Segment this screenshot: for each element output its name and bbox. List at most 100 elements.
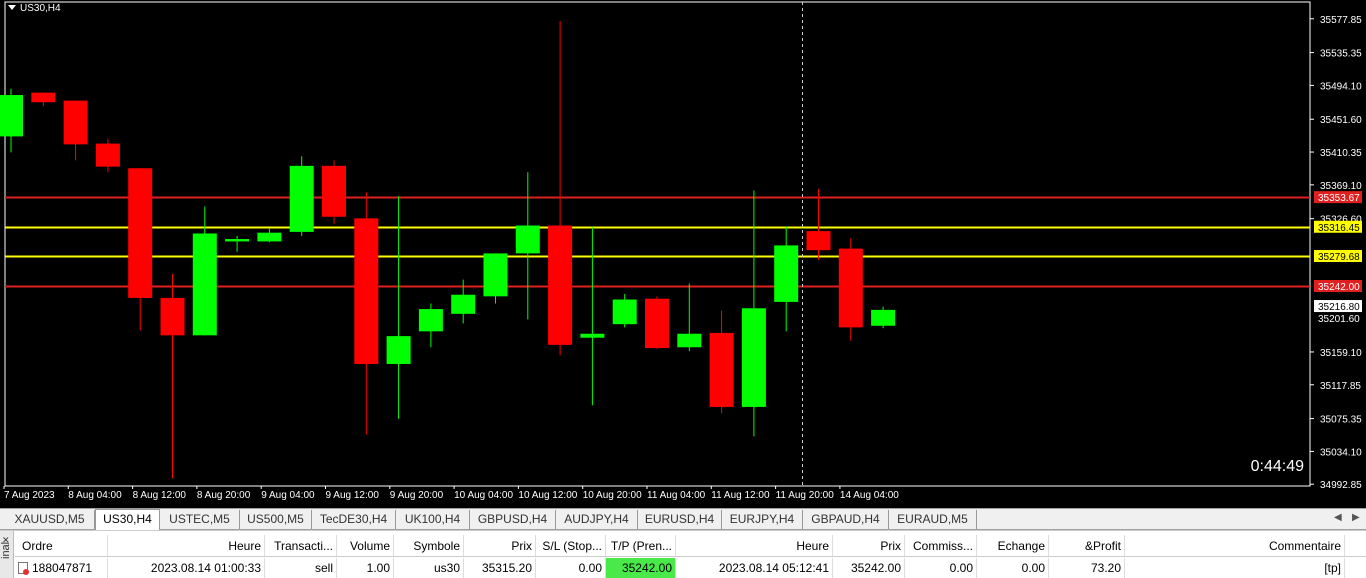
table-cell: 0.00 (977, 558, 1049, 578)
candle-body (612, 299, 637, 325)
price-label: 35279.68 (1318, 252, 1360, 263)
y-tick-label: 35451.60 (1320, 115, 1362, 126)
y-tick-label: 35410.35 (1320, 148, 1362, 159)
chart-tab[interactable]: EURJPY,H4 (722, 510, 803, 529)
candle-body (257, 232, 282, 242)
candle-body (451, 294, 476, 314)
column-header[interactable]: S/L (Stop... (536, 535, 606, 556)
price-label: 35353.67 (1318, 193, 1360, 204)
table-cell: 2023.08.14 05:12:41 (676, 558, 833, 578)
chart-tab[interactable]: UK100,H4 (396, 510, 470, 529)
candle-body (31, 92, 56, 103)
column-header[interactable]: T/P (Pren... (606, 535, 676, 556)
bar-countdown-timer: 0:44:49 (1250, 458, 1304, 475)
table-cell: 2023.08.14 01:00:33 (108, 558, 265, 578)
column-header[interactable]: Heure (676, 535, 833, 556)
column-header[interactable]: Transacti... (265, 535, 337, 556)
price-chart[interactable]: US30,H4 35577.85 35535.35 35494.10 35451.60… (0, 0, 1366, 506)
candle-body (515, 225, 540, 254)
x-tick-label: 14 Aug 04:00 (840, 490, 899, 501)
candle-body (95, 143, 120, 167)
chart-tab[interactable]: EURUSD,H4 (638, 510, 722, 529)
candle-body (128, 168, 153, 298)
chart-tab[interactable]: US30,H4 (95, 509, 160, 530)
candle-body (774, 245, 799, 302)
candle-body (580, 333, 605, 338)
table-cell: 35242.00 (833, 558, 905, 578)
terminal-panel: ✕ inal Ordre Heure Transacti... Volume Symbo… (0, 530, 1366, 578)
dropdown-triangle-icon[interactable] (8, 5, 16, 10)
column-header[interactable]: Echange (977, 535, 1049, 556)
candlestick-plot[interactable]: 35577.85 35535.35 35494.10 35451.60 35410.35… (0, 0, 1366, 506)
chart-tab[interactable]: EURAUD,M5 (889, 510, 977, 529)
price-label: 35201.60 (1318, 314, 1360, 325)
x-tick-label: 9 Aug 12:00 (326, 490, 380, 501)
y-tick-label: 35117.85 (1320, 381, 1361, 392)
x-tick-label: 7 Aug 2023 (4, 490, 55, 501)
y-tick-label: 35159.10 (1320, 348, 1362, 359)
chart-tab[interactable]: XAUUSD,M5 (5, 510, 95, 529)
candle-body (354, 218, 379, 364)
table-cell: 35315.20 (464, 558, 536, 578)
table-cell: sell (265, 558, 337, 578)
column-header[interactable]: Commiss... (905, 535, 977, 556)
candle-body (741, 308, 766, 407)
history-header-row: Ordre Heure Transacti... Volume Symbole Prix S… (15, 535, 1366, 557)
column-header[interactable]: Commentaire (1125, 535, 1345, 556)
x-tick-label: 11 Aug 20:00 (776, 490, 835, 501)
x-tick-label: 8 Aug 12:00 (133, 490, 187, 501)
candle-body (225, 239, 250, 242)
chart-tab[interactable]: AUDJPY,H4 (556, 510, 638, 529)
candle-body (483, 253, 508, 297)
column-header[interactable]: Symbole (394, 535, 464, 556)
candle-body (645, 298, 669, 349)
chart-tab[interactable]: GBPUSD,H4 (470, 510, 556, 529)
candle-body (0, 95, 23, 137)
candle-body (289, 165, 314, 232)
history-row[interactable]: 188047871 2023.08.14 01:00:33 sell 1.00 us30… (15, 558, 1366, 578)
chart-tab[interactable]: GBPAUD,H4 (803, 510, 889, 529)
chart-tab[interactable]: US500,M5 (240, 510, 312, 529)
candle-body (63, 100, 88, 145)
table-cell: 0.00 (536, 558, 606, 578)
x-tick-label: 10 Aug 20:00 (583, 490, 642, 501)
column-header[interactable]: Prix (464, 535, 536, 556)
table-cell: [tp] (1125, 558, 1345, 578)
x-tick-label: 9 Aug 20:00 (390, 490, 444, 501)
column-header[interactable]: Heure (108, 535, 265, 556)
chart-tab[interactable]: TecDE30,H4 (312, 510, 396, 529)
candle-body (838, 248, 863, 328)
y-tick-label: 34992.85 (1320, 480, 1362, 491)
terminal-side-label: ✕ inal (0, 531, 14, 578)
candle-body (677, 333, 702, 348)
chart-tab[interactable]: USTEC,M5 (160, 510, 240, 529)
price-label: 35316.45 (1318, 223, 1360, 234)
x-tick-label: 8 Aug 04:00 (68, 490, 122, 501)
chart-symbol-title[interactable]: US30,H4 (8, 3, 61, 14)
y-tick-label: 35535.35 (1320, 49, 1362, 60)
table-cell: 73.20 (1049, 558, 1125, 578)
candle-body (192, 233, 217, 336)
table-cell: 1.00 (337, 558, 394, 578)
order-icon (18, 562, 29, 575)
table-cell: us30 (394, 558, 464, 578)
y-tick-label: 35034.10 (1320, 447, 1362, 458)
x-tick-label: 10 Aug 12:00 (518, 490, 577, 501)
candle-body (806, 231, 831, 251)
column-header[interactable]: &Profit (1049, 535, 1125, 556)
candle-body (160, 297, 185, 336)
column-header[interactable]: Prix (833, 535, 905, 556)
scroll-left-icon[interactable]: ◀ (1334, 512, 1342, 523)
y-tick-label: 35577.85 (1320, 15, 1362, 26)
column-header[interactable]: Volume (337, 535, 394, 556)
column-header[interactable]: Ordre (15, 535, 108, 556)
order-cell: 188047871 (15, 558, 108, 578)
x-tick-label: 11 Aug 12:00 (711, 490, 770, 501)
price-label: 35216.80 (1318, 302, 1360, 313)
chart-tabs-bar: XAUUSD,M5 US30,H4 USTEC,M5 US500,M5 TecDE30,… (0, 508, 1366, 530)
x-tick-label: 10 Aug 04:00 (454, 490, 513, 501)
candle-body (548, 225, 573, 345)
candle-body (322, 165, 346, 217)
scroll-right-icon[interactable]: ▶ (1352, 512, 1360, 523)
x-tick-label: 8 Aug 20:00 (197, 490, 251, 501)
